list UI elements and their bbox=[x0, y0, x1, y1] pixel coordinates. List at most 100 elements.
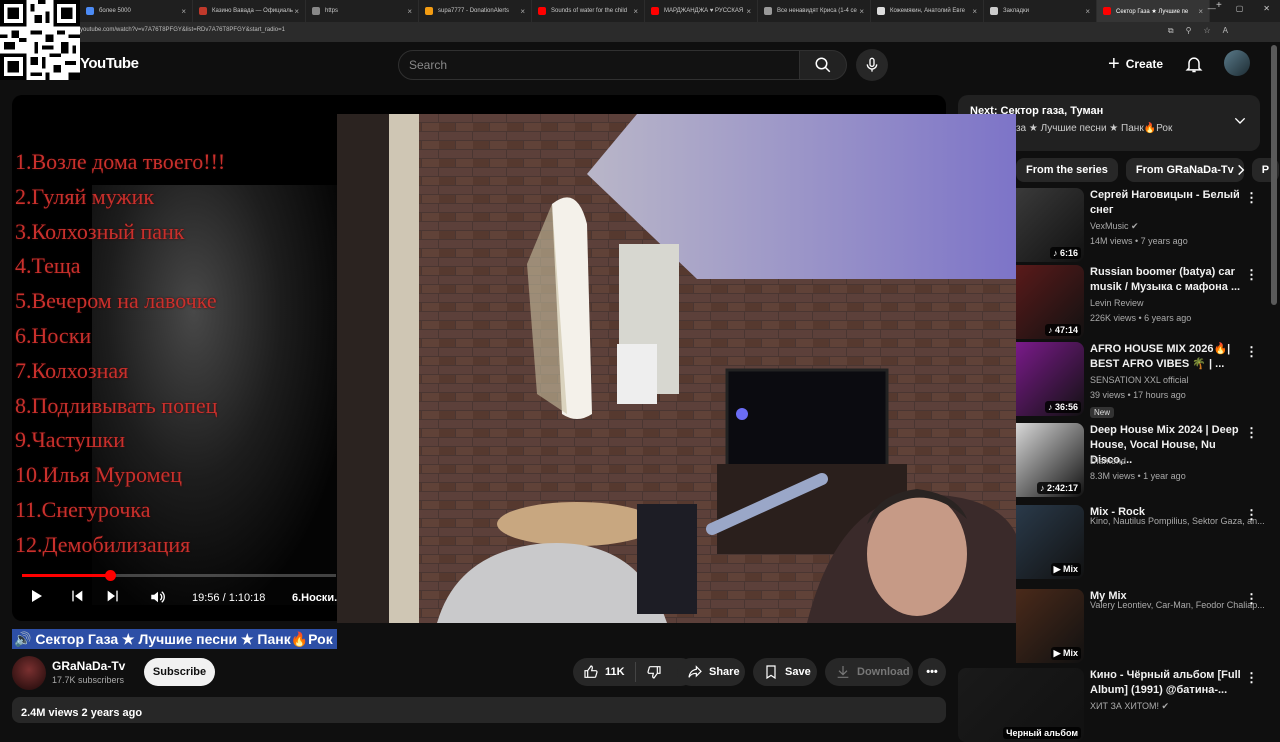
track-line: 2.Гуляй мужик bbox=[15, 183, 155, 209]
video-thumbnail[interactable]: ♪ 6:16 bbox=[1016, 188, 1084, 262]
scrubber-handle[interactable] bbox=[104, 570, 116, 581]
recommended-title[interactable]: Кино - Чёрный альбом [Full Album] (1991)… bbox=[1090, 668, 1250, 698]
search-box[interactable] bbox=[398, 50, 800, 80]
volume-button[interactable] bbox=[149, 588, 167, 606]
extension-icon[interactable]: A bbox=[1223, 26, 1228, 36]
page-scrollbar[interactable] bbox=[1271, 45, 1277, 305]
search-button[interactable] bbox=[799, 50, 847, 80]
recommended-channel[interactable]: ХИТ ЗА ХИТОМ! ✔ bbox=[1090, 701, 1169, 712]
like-button[interactable]: 11K bbox=[573, 662, 636, 682]
previous-button[interactable] bbox=[69, 588, 85, 604]
subscribe-button[interactable]: Subscribe bbox=[144, 658, 215, 686]
progress-bar[interactable] bbox=[22, 570, 336, 581]
browser-tab[interactable]: МАРДЖАНДЖА ♥ РУССКАЯ × bbox=[645, 0, 758, 22]
browser-tab[interactable]: Кожемякин, Анатолий Евге × bbox=[871, 0, 984, 22]
channel-avatar[interactable] bbox=[12, 656, 46, 690]
video-thumbnail[interactable]: ▶ Mix bbox=[1016, 505, 1084, 579]
open-app-icon[interactable]: ⧉ bbox=[1168, 26, 1174, 36]
channel-name[interactable]: GRaNaDa-Tv bbox=[52, 659, 125, 673]
track-line: 6.Носки bbox=[15, 322, 92, 348]
more-vertical-icon[interactable]: ⋮ bbox=[1245, 267, 1258, 283]
close-tab-icon[interactable]: × bbox=[972, 7, 977, 16]
description-box[interactable]: 2.4M views 2 years ago bbox=[12, 697, 946, 723]
video-thumbnail[interactable]: Черный альбом bbox=[958, 668, 1084, 742]
recommended-video[interactable]: ♪ 36:56 AFRO HOUSE MIX 2026🔥| BEST AFRO V… bbox=[1016, 342, 1268, 418]
more-vertical-icon[interactable]: ⋮ bbox=[1245, 591, 1258, 607]
more-vertical-icon[interactable]: ⋮ bbox=[1245, 670, 1258, 686]
recommended-channel[interactable]: Levin Review bbox=[1090, 298, 1144, 308]
track-line: 12.Демобилизация bbox=[15, 531, 191, 557]
chapter-title[interactable]: 6.Носки. bbox=[292, 592, 337, 604]
close-tab-icon[interactable]: × bbox=[1198, 7, 1203, 16]
youtube-logo[interactable]: YouTube bbox=[80, 55, 139, 72]
recommended-meta: 14M views • 7 years ago bbox=[1090, 236, 1188, 246]
video-thumbnail[interactable]: ▶ Mix bbox=[1016, 589, 1084, 663]
close-tab-icon[interactable]: × bbox=[407, 7, 412, 16]
video-thumbnail[interactable]: ♪ 47:14 bbox=[1016, 265, 1084, 339]
thumbs-down-icon bbox=[646, 666, 661, 679]
more-vertical-icon[interactable]: ⋮ bbox=[1245, 425, 1258, 441]
recommended-video[interactable]: ▶ Mix My Mix Valery Leontiev, Car-Man, Feo… bbox=[1016, 589, 1268, 663]
recommended-title[interactable]: AFRO HOUSE MIX 2026🔥| BEST AFRO VIBES 🌴 … bbox=[1090, 342, 1250, 372]
download-button[interactable]: Download bbox=[825, 658, 913, 686]
minimize-icon[interactable]: — bbox=[1208, 4, 1216, 13]
dislike-button[interactable] bbox=[636, 664, 672, 680]
save-button[interactable]: Save bbox=[753, 658, 817, 686]
close-window-icon[interactable]: ✕ bbox=[1263, 4, 1270, 13]
recommended-channel[interactable]: SENSATION XXL official bbox=[1090, 375, 1188, 385]
voice-search-button[interactable] bbox=[856, 49, 888, 81]
recommended-title[interactable]: Russian boomer (batya) car musik / Музык… bbox=[1090, 265, 1250, 295]
duration-badge: Черный альбом bbox=[1003, 727, 1081, 739]
recommended-channel[interactable]: Valery Leontiev, Car-Man, Feodor Chaliap… bbox=[1090, 600, 1265, 610]
browser-tab[interactable]: Все ненавидят Криса (1-4 се × bbox=[758, 0, 871, 22]
close-tab-icon[interactable]: × bbox=[520, 7, 525, 16]
next-button[interactable] bbox=[105, 588, 121, 604]
video-thumbnail[interactable]: ♪ 2:42:17 bbox=[1016, 423, 1084, 497]
play-button[interactable] bbox=[28, 588, 44, 604]
recommended-video[interactable]: ▶ Mix Mix - Rock Kino, Nautilus Pompilius,… bbox=[1016, 505, 1268, 579]
browser-tab-bar: более 5000 × Казино Вавада — Официаль × http… bbox=[0, 0, 1280, 22]
recommended-channel[interactable]: Diamond bbox=[1090, 456, 1126, 466]
browser-tab[interactable]: Казино Вавада — Официаль × bbox=[193, 0, 306, 22]
browser-tab[interactable]: Sounds of water for the child × bbox=[532, 0, 645, 22]
close-tab-icon[interactable]: × bbox=[859, 7, 864, 16]
filter-chip[interactable]: From the series bbox=[1016, 158, 1118, 182]
chevron-right-icon[interactable] bbox=[1234, 162, 1248, 178]
bookmark-star-icon[interactable]: ☆ bbox=[1203, 26, 1210, 36]
volume-icon bbox=[151, 591, 165, 603]
close-tab-icon[interactable]: × bbox=[633, 7, 638, 16]
zoom-icon[interactable]: ⚲ bbox=[1186, 26, 1192, 36]
more-actions-button[interactable]: ••• bbox=[918, 658, 946, 686]
more-vertical-icon[interactable]: ⋮ bbox=[1245, 344, 1258, 360]
close-tab-icon[interactable]: × bbox=[294, 7, 299, 16]
recommended-video[interactable]: Черный альбом Кино - Чёрный альбом [Full … bbox=[958, 668, 1258, 742]
recommended-video[interactable]: ♪ 6:16 Сергей Наговицын - Белый снег VexMu… bbox=[1016, 188, 1268, 262]
filter-chip[interactable]: From GRaNaDa-Tv bbox=[1125, 158, 1244, 182]
recommended-channel[interactable]: Kino, Nautilus Pompilius, Sektor Gaza, a… bbox=[1090, 516, 1265, 526]
recommended-title[interactable]: Сергей Наговицын - Белый снег bbox=[1090, 188, 1250, 218]
browser-tab[interactable]: Сектор Газа ★ Лучшие пе × bbox=[1097, 0, 1210, 22]
close-tab-icon[interactable]: × bbox=[1085, 7, 1090, 16]
recommended-video[interactable]: ♪ 47:14 Russian boomer (batya) car musik … bbox=[1016, 265, 1268, 339]
chevron-down-icon[interactable] bbox=[1232, 113, 1248, 129]
maximize-icon[interactable]: ▢ bbox=[1236, 4, 1244, 13]
more-vertical-icon[interactable]: ⋮ bbox=[1245, 190, 1258, 206]
url-field[interactable]: youtube.com/watch?v=v7A76T8PFGY&list=RDv… bbox=[80, 27, 285, 33]
address-tools: ⧉ ⚲ ☆ A bbox=[1168, 26, 1228, 36]
video-thumbnail[interactable]: ♪ 36:56 bbox=[1016, 342, 1084, 416]
browser-tab[interactable]: supa7777 - DonationAlerts × bbox=[419, 0, 532, 22]
notifications-bell-icon[interactable] bbox=[1184, 54, 1204, 74]
browser-tab[interactable]: Закладки × bbox=[984, 0, 1097, 22]
share-button[interactable]: Share bbox=[677, 658, 745, 686]
browser-tab[interactable]: https × bbox=[306, 0, 419, 22]
recommended-channel[interactable]: VexMusic ✔ bbox=[1090, 221, 1139, 232]
browser-tab[interactable]: более 5000 × bbox=[80, 0, 193, 22]
more-vertical-icon[interactable]: ⋮ bbox=[1245, 507, 1258, 523]
close-tab-icon[interactable]: × bbox=[746, 7, 751, 16]
search-input[interactable] bbox=[409, 58, 789, 72]
progress-fill bbox=[22, 574, 110, 577]
recommended-video[interactable]: ♪ 2:42:17 Deep House Mix 2024 | Deep Hous… bbox=[1016, 423, 1268, 497]
close-tab-icon[interactable]: × bbox=[181, 7, 186, 16]
account-avatar[interactable] bbox=[1224, 50, 1250, 76]
create-button[interactable]: + Create bbox=[1098, 49, 1173, 79]
